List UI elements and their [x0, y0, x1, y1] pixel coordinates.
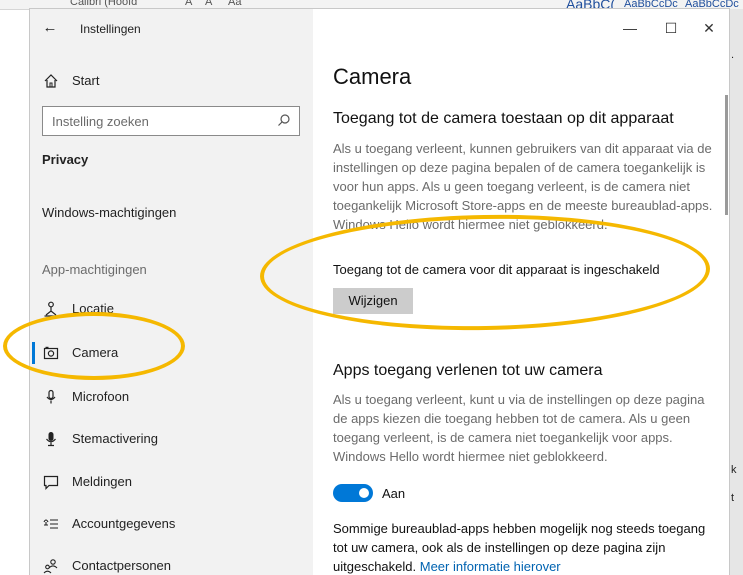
sidebar-item-microphone[interactable]: Microfoon	[30, 379, 313, 415]
search-icon[interactable]	[277, 113, 291, 132]
maximize-button[interactable]: ☐	[656, 17, 686, 39]
scrollbar[interactable]	[725, 95, 728, 215]
search-placeholder: Instelling zoeken	[52, 114, 149, 129]
sidebar-item-label: Accountgegevens	[72, 516, 176, 531]
close-button[interactable]: ✕	[694, 17, 724, 39]
sidebar-item-label: Meldingen	[72, 474, 132, 489]
section-heading-app-access: Apps toegang verlenen tot uw camera	[333, 362, 603, 379]
minimize-button[interactable]: —	[615, 17, 645, 39]
voice-activation-icon	[42, 430, 60, 448]
microphone-icon	[42, 388, 60, 406]
back-arrow-icon[interactable]: ←	[40, 18, 60, 38]
sidebar-item-label: Contactpersonen	[72, 558, 172, 573]
notifications-icon	[42, 473, 60, 491]
app-access-toggle[interactable]	[333, 484, 373, 502]
contacts-icon	[42, 557, 60, 575]
page-title: Camera	[333, 64, 412, 89]
ribbon-glyph: A	[185, 0, 193, 8]
sidebar-item-notifications[interactable]: Meldingen	[30, 464, 313, 500]
sidebar-item-label: Start	[72, 73, 100, 88]
ribbon-glyph: Aa	[228, 0, 242, 8]
section-description: Als u toegang verleent, kunt u via de in…	[333, 392, 705, 464]
highlight-ellipse-camera	[3, 312, 185, 380]
sidebar-item-label: Stemactivering	[72, 431, 158, 446]
home-icon	[42, 72, 60, 90]
ribbon-glyph: A	[205, 0, 213, 8]
sidebar-item-voice-activation[interactable]: Stemactivering	[30, 421, 313, 457]
account-info-icon	[42, 515, 60, 533]
search-input[interactable]: Instelling zoeken	[42, 106, 300, 136]
more-info-link[interactable]: Meer informatie hierover	[420, 559, 561, 574]
windows-permissions-heading: Windows-machtigingen	[42, 205, 177, 220]
category-heading: Privacy	[42, 152, 89, 167]
desktop-apps-note: Sommige bureaublad-apps hebben mogelijk …	[333, 519, 716, 575]
window-title: Instellingen	[80, 22, 141, 36]
background-document-edge: . k t	[728, 9, 743, 575]
sidebar-item-home[interactable]: Start	[30, 63, 313, 99]
section-heading-device-access: Toegang tot de camera toestaan op dit ap…	[333, 110, 674, 127]
sidebar-item-account-info[interactable]: Accountgegevens	[30, 506, 313, 542]
toggle-state-label: Aan	[382, 486, 406, 501]
ribbon-font-name: Calibri (Hoofd	[70, 0, 138, 8]
sidebar-item-contacts[interactable]: Contactpersonen	[30, 548, 313, 575]
sidebar-item-label: Microfoon	[72, 389, 130, 404]
app-permissions-heading: App-machtigingen	[42, 262, 147, 277]
